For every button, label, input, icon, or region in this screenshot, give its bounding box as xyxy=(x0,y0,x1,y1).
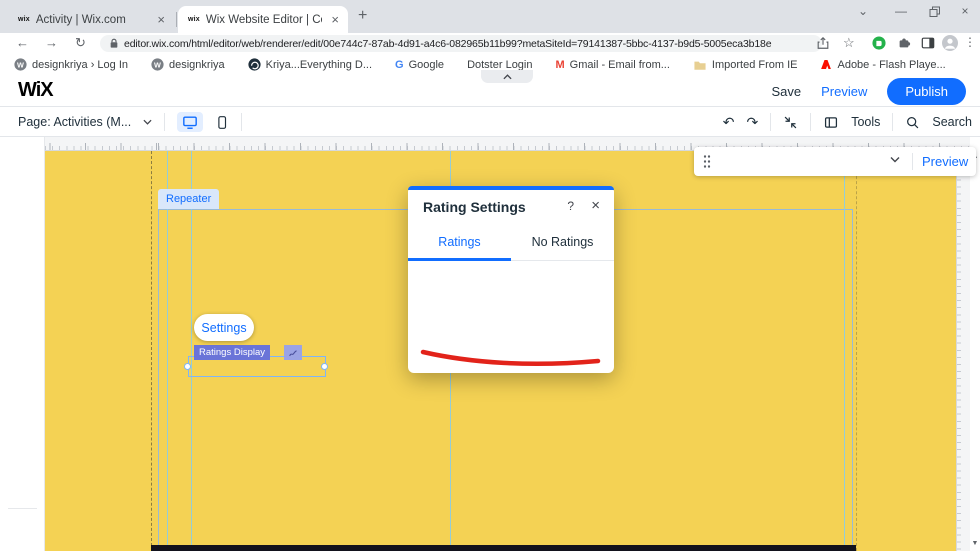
floating-toolbar: Preview xyxy=(694,147,976,176)
tab-separator xyxy=(176,12,177,27)
caret-up-icon xyxy=(502,73,512,79)
forward-icon[interactable]: → xyxy=(45,35,58,50)
tab-search-chevron-icon[interactable]: ⌄ xyxy=(850,4,876,18)
folder-favicon xyxy=(693,59,707,71)
profile-avatar[interactable] xyxy=(942,35,958,51)
mobile-view-toggle[interactable] xyxy=(215,114,229,131)
wix-logo: WiX xyxy=(18,79,54,101)
scroll-down-icon[interactable]: ▼ xyxy=(970,540,980,547)
tab-no-ratings[interactable]: No Ratings xyxy=(511,224,614,260)
tools-button[interactable]: Tools xyxy=(851,115,880,129)
bookmark-item[interactable]: G Google xyxy=(395,59,444,71)
guide-line xyxy=(191,151,192,551)
wordpress-favicon: W xyxy=(151,58,164,71)
chevron-down-icon[interactable] xyxy=(890,156,900,163)
active-tab-underline xyxy=(408,258,511,261)
search-button[interactable]: Search xyxy=(932,115,972,129)
dialog-title: Rating Settings xyxy=(423,199,526,215)
zoom-fit-icon[interactable] xyxy=(783,115,798,130)
sidebar-divider xyxy=(8,508,37,509)
tab-close-icon[interactable]: × xyxy=(322,12,348,27)
vertical-ruler xyxy=(956,151,970,551)
drag-handle-icon[interactable] xyxy=(703,154,711,169)
ratings-display-label: Ratings Display xyxy=(194,345,270,360)
repeater-label[interactable]: Repeater xyxy=(158,189,220,209)
back-icon[interactable]: ← xyxy=(16,35,29,50)
publish-button[interactable]: Publish xyxy=(887,77,966,105)
rating-settings-dialog: Rating Settings ? × Ratings No Ratings xyxy=(408,186,614,373)
share-icon[interactable] xyxy=(816,36,830,50)
window-restore-icon[interactable] xyxy=(922,4,948,18)
side-panel-icon[interactable] xyxy=(921,36,935,50)
undo-icon[interactable]: ↶ xyxy=(723,115,735,129)
resize-handle[interactable] xyxy=(321,363,328,370)
bookmark-item[interactable]: Wdesignkriya xyxy=(151,58,225,71)
reload-icon[interactable]: ↻ xyxy=(75,35,86,51)
new-tab-button[interactable]: + xyxy=(358,7,367,25)
red-scribble-annotation xyxy=(420,349,601,367)
redo-icon[interactable]: ↷ xyxy=(746,115,758,129)
svg-text:W: W xyxy=(154,60,161,69)
phone-icon xyxy=(218,115,227,129)
guide-line xyxy=(844,151,845,551)
browser-tab-activity[interactable]: wix Activity | Wix.com × xyxy=(8,6,174,33)
google-favicon: G xyxy=(395,58,404,71)
desktop-view-toggle[interactable] xyxy=(177,112,204,132)
bookmark-item[interactable]: Dotster Login xyxy=(467,59,532,71)
section-boundary xyxy=(151,151,152,551)
floating-preview-button[interactable]: Preview xyxy=(922,147,968,176)
evernote-extension-icon[interactable] xyxy=(872,36,886,50)
browser-url-row: ← → ↻ editor.wix.com/html/editor/web/ren… xyxy=(0,33,980,54)
next-section-edge xyxy=(151,545,856,551)
page-selector[interactable]: Page: Activities (M... xyxy=(18,115,131,129)
url-text: editor.wix.com/html/editor/web/renderer/… xyxy=(124,37,772,50)
browser-tab-strip: wix Activity | Wix.com × wix Wix Website… xyxy=(0,0,980,33)
adobe-favicon xyxy=(820,58,832,71)
window-close-icon[interactable]: × xyxy=(952,4,978,18)
help-icon[interactable]: ? xyxy=(567,199,574,213)
connected-data-badge-icon[interactable] xyxy=(284,345,302,360)
tab-ratings[interactable]: Ratings xyxy=(408,224,511,260)
bookmark-item[interactable]: Adobe - Flash Playe... xyxy=(820,58,946,71)
close-icon[interactable]: × xyxy=(591,197,600,214)
gmail-favicon: M xyxy=(555,58,565,71)
address-bar[interactable]: editor.wix.com/html/editor/web/renderer/… xyxy=(100,35,822,52)
wix-favicon: wix xyxy=(18,16,30,23)
tools-panel-icon[interactable] xyxy=(823,115,839,130)
bookmark-star-icon[interactable]: ☆ xyxy=(843,35,855,51)
svg-text:W: W xyxy=(17,60,24,69)
kebab-menu-icon[interactable]: ⋮ xyxy=(964,35,976,49)
guide-line xyxy=(167,151,168,551)
browser-tab-editor[interactable]: wix Wix Website Editor | Collaborativ × xyxy=(178,6,348,33)
save-button[interactable]: Save xyxy=(771,84,801,99)
bookmark-item[interactable]: Kriya...Everything D... xyxy=(248,58,372,71)
tab-close-icon[interactable]: × xyxy=(148,12,174,27)
bookmark-item[interactable]: Wdesignkriya › Log In xyxy=(14,58,128,71)
section-boundary xyxy=(856,151,857,551)
extensions-puzzle-icon[interactable] xyxy=(897,36,911,50)
settings-button[interactable]: Settings xyxy=(194,314,254,341)
lock-icon xyxy=(110,38,118,48)
screen: { "browser": { "favicon_text": "wix", "t… xyxy=(0,0,980,551)
wix-favicon: wix xyxy=(188,16,200,23)
tab-title: Activity | Wix.com xyxy=(35,13,126,26)
collapsed-panel-tab[interactable] xyxy=(481,70,533,83)
chevron-down-icon[interactable] xyxy=(143,119,152,125)
bookmark-item[interactable]: Imported From IE xyxy=(693,59,797,71)
wordpress-favicon: W xyxy=(14,58,27,71)
kriya-favicon xyxy=(248,58,261,71)
bookmark-item[interactable]: M Gmail - Email from... xyxy=(556,59,670,71)
resize-handle[interactable] xyxy=(184,363,191,370)
search-icon[interactable] xyxy=(905,115,920,130)
editor-sidebar xyxy=(0,137,45,551)
preview-button[interactable]: Preview xyxy=(821,84,867,99)
separator xyxy=(912,153,913,170)
monitor-icon xyxy=(183,116,198,129)
window-minimize-icon[interactable]: — xyxy=(888,4,914,18)
tab-title: Wix Website Editor | Collaborativ xyxy=(205,13,323,26)
